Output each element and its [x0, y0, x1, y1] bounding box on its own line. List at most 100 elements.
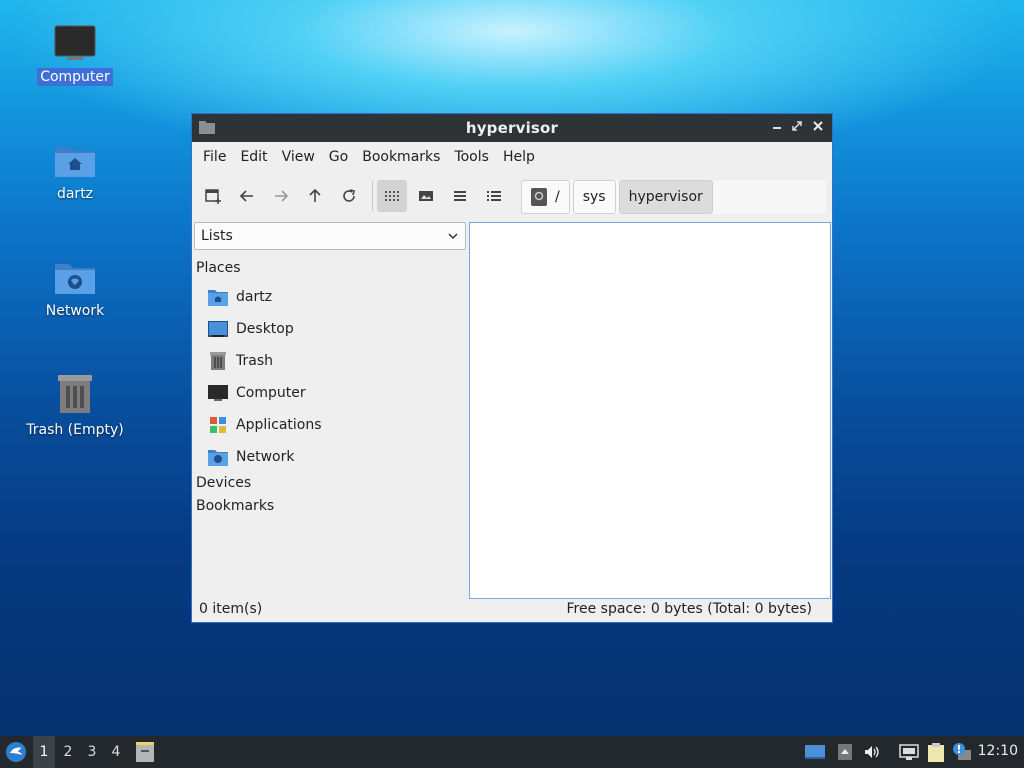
sidebar-item-trash[interactable]: Trash — [208, 349, 458, 373]
computer-icon — [54, 25, 96, 60]
workspace-2[interactable]: 2 — [57, 736, 79, 768]
desktop-icon — [208, 321, 228, 337]
sidebar-item-label: Applications — [236, 417, 322, 433]
home-folder-icon — [208, 290, 228, 306]
section-devices[interactable]: Devices — [196, 475, 251, 491]
menu-bar: File Edit View Go Bookmarks Tools Help — [192, 142, 832, 172]
volume-icon — [865, 746, 879, 758]
path-crumb-label: sys — [582, 189, 606, 205]
network-status-icon — [899, 744, 919, 760]
start-menu-button[interactable] — [4, 740, 28, 764]
new-tab-button[interactable] — [198, 180, 228, 212]
volume-button[interactable] — [861, 741, 883, 763]
section-bookmarks[interactable]: Bookmarks — [196, 498, 274, 514]
sidebar-item-label: Network — [236, 449, 295, 465]
applications-icon — [210, 417, 226, 433]
show-desktop-icon — [805, 745, 825, 759]
show-desktop-button[interactable] — [804, 741, 826, 763]
detailed-list-view-icon — [487, 191, 501, 201]
compact-view-button[interactable] — [445, 180, 475, 212]
toolbar: / sys hypervisor — [192, 172, 832, 220]
compact-view-icon — [454, 191, 466, 201]
workspace-3[interactable]: 3 — [81, 736, 103, 768]
desktop-icon-label: Network — [45, 303, 105, 319]
sidebar-item-computer[interactable]: Computer — [208, 381, 458, 405]
up-icon — [309, 188, 321, 202]
sidebar-item-applications[interactable]: Applications — [208, 413, 458, 437]
close-icon — [813, 121, 823, 131]
sidebar-item-dartz[interactable]: dartz — [208, 285, 458, 309]
icon-view-icon — [385, 191, 399, 201]
path-bar: / sys hypervisor — [521, 180, 826, 214]
close-button[interactable] — [809, 119, 827, 137]
desktop-icon-label: dartz — [56, 186, 94, 202]
sidebar-item-network[interactable]: Network — [208, 445, 458, 469]
menu-tools[interactable]: Tools — [447, 149, 496, 165]
computer-icon — [208, 385, 228, 401]
maximize-icon — [792, 121, 802, 131]
forward-icon — [275, 190, 289, 202]
back-icon — [239, 190, 253, 202]
clipboard-icon — [928, 743, 944, 762]
sidebar-item-desktop[interactable]: Desktop — [208, 317, 458, 341]
update-notifier-icon — [953, 743, 971, 760]
side-pane: Lists Places dartz Desktop Trash Compute… — [193, 222, 467, 598]
desktop-icon-trash[interactable]: Trash (Empty) — [20, 373, 130, 439]
menu-edit[interactable]: Edit — [233, 149, 274, 165]
clipboard-button[interactable] — [925, 741, 947, 763]
new-tab-icon — [205, 189, 221, 204]
tray-arrow-icon — [838, 744, 852, 760]
chevron-down-icon — [448, 233, 458, 240]
file-manager-window: hypervisor File Edit View Go Bookmarks T… — [191, 113, 833, 623]
toolbar-separator — [372, 181, 373, 211]
reload-button[interactable] — [334, 180, 364, 212]
minimize-button[interactable] — [768, 119, 786, 137]
sidebar-item-label: Computer — [236, 385, 306, 401]
status-bar: 0 item(s) Free space: 0 bytes (Total: 0 … — [192, 598, 832, 622]
menu-file[interactable]: File — [196, 149, 233, 165]
side-pane-mode-select[interactable]: Lists — [194, 222, 466, 250]
side-pane-mode-value: Lists — [201, 228, 233, 244]
forward-button[interactable] — [266, 180, 296, 212]
workspace-1[interactable]: 1 — [33, 736, 55, 768]
desktop-icon-network[interactable]: Network — [20, 258, 130, 320]
path-crumb-label: hypervisor — [628, 189, 703, 205]
path-crumb-hypervisor[interactable]: hypervisor — [618, 180, 713, 214]
back-button[interactable] — [232, 180, 262, 212]
desktop-icon-dartz[interactable]: dartz — [20, 141, 130, 203]
sidebar-item-label: Trash — [236, 353, 273, 369]
tray-menu-button[interactable] — [834, 741, 856, 763]
item-count: 0 item(s) — [199, 601, 263, 617]
drive-icon — [531, 188, 547, 206]
path-crumb-label: / — [555, 189, 560, 205]
menu-go[interactable]: Go — [322, 149, 355, 165]
section-places[interactable]: Places — [196, 260, 241, 276]
reload-icon — [343, 189, 355, 202]
title-bar[interactable]: hypervisor — [192, 114, 832, 142]
up-button[interactable] — [300, 180, 330, 212]
file-list-area[interactable] — [469, 222, 831, 599]
desktop-icon-label: Computer — [37, 68, 113, 86]
detailed-list-view-button[interactable] — [479, 180, 509, 212]
file-manager-icon — [136, 742, 154, 762]
path-crumb-sys[interactable]: sys — [572, 180, 616, 214]
taskbar: 1 2 3 4 12:10 — [0, 736, 1024, 768]
menu-bookmarks[interactable]: Bookmarks — [355, 149, 447, 165]
sidebar-item-label: dartz — [236, 289, 273, 305]
menu-help[interactable]: Help — [496, 149, 542, 165]
window-title: hypervisor — [465, 119, 559, 137]
path-crumb-root[interactable]: / — [521, 180, 570, 214]
icon-view-button[interactable] — [377, 180, 407, 212]
network-status-button[interactable] — [898, 741, 920, 763]
update-notifier-button[interactable] — [951, 741, 973, 763]
thumbnail-view-button[interactable] — [411, 180, 441, 212]
desktop-icon-computer[interactable]: Computer — [20, 24, 130, 86]
maximize-button[interactable] — [788, 119, 806, 137]
trash-icon — [210, 352, 226, 370]
menu-view[interactable]: View — [275, 149, 322, 165]
clock[interactable]: 12:10 — [978, 743, 1018, 759]
trash-icon — [58, 375, 92, 413]
taskbar-window-file-manager[interactable] — [133, 739, 157, 765]
workspace-4[interactable]: 4 — [105, 736, 127, 768]
start-menu-icon — [6, 742, 26, 762]
